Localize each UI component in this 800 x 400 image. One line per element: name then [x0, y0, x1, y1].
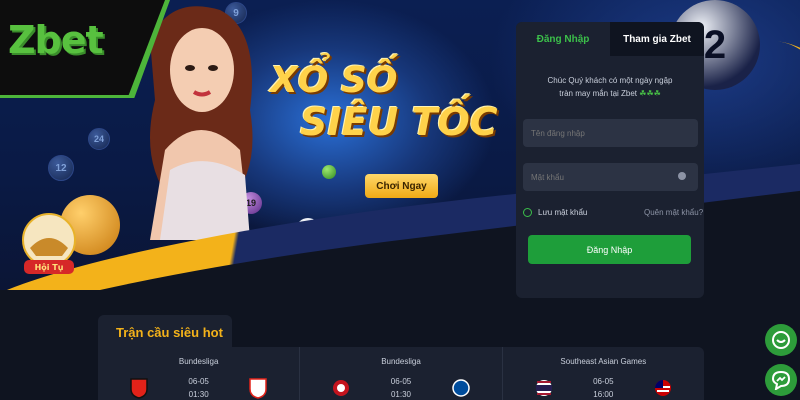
- welcome-message: Chúc Quý khách có một ngày ngập tràn may…: [516, 74, 704, 100]
- tab-join[interactable]: Tham gia Zbet: [610, 22, 704, 56]
- lottery-ball: 24: [88, 128, 110, 150]
- lottery-ball: [322, 165, 336, 179]
- lottery-ball: 12: [48, 155, 74, 181]
- malaysia-flag-icon: [654, 380, 671, 396]
- match-league: Bundesliga: [381, 357, 421, 366]
- password-input[interactable]: [523, 163, 698, 191]
- match-time: 16:00: [593, 390, 614, 399]
- show-password-icon[interactable]: [678, 172, 686, 180]
- match-time: 01:30: [390, 390, 411, 399]
- welcome-line-2: tràn may mắn tại Zbet: [559, 89, 638, 98]
- schalke-crest-icon: [451, 379, 470, 397]
- hot-matches-list: Bundesliga 06-05 01:30 Bundesliga 06-05 …: [98, 347, 704, 400]
- hero-headline: XỔ SỐ SIÊU TỐC: [270, 60, 500, 145]
- brand-logo[interactable]: Zbet: [8, 18, 104, 62]
- match-card[interactable]: Bundesliga 06-05 01:30: [98, 347, 301, 400]
- remember-radio[interactable]: [523, 208, 532, 217]
- match-card[interactable]: Southeast Asian Games 06-05 16:00: [503, 347, 704, 400]
- match-league: Bundesliga: [178, 357, 219, 366]
- match-league: Southeast Asian Games: [560, 357, 647, 366]
- match-card[interactable]: Bundesliga 06-05 01:30: [300, 347, 503, 400]
- clover-icon: ☘☘☘: [639, 89, 661, 98]
- tab-login[interactable]: Đăng Nhập: [516, 22, 610, 56]
- chat-button[interactable]: [765, 324, 797, 356]
- koln-crest-icon: [249, 378, 268, 399]
- promo-badge-icon[interactable]: Hội Tụ: [18, 210, 80, 286]
- messenger-button[interactable]: [765, 364, 797, 396]
- hot-matches-title: Trận cầu siêu hot: [116, 325, 223, 340]
- forgot-password-link[interactable]: Quên mật khẩu?: [644, 208, 703, 217]
- login-tabs: Đăng Nhập Tham gia Zbet: [516, 22, 704, 56]
- match-date: 06-05: [593, 377, 614, 386]
- welcome-line-1: Chúc Quý khách có một ngày ngập: [547, 76, 673, 85]
- login-submit-button[interactable]: Đăng Nhập: [528, 235, 691, 264]
- headline-line-2: SIÊU TỐC: [300, 100, 498, 145]
- match-time: 01:30: [188, 390, 209, 399]
- chat-icon: [772, 331, 790, 349]
- remember-label: Lưu mật khẩu: [538, 208, 588, 217]
- promo-badge-text: Hội Tụ: [35, 263, 64, 272]
- match-date: 06-05: [390, 377, 412, 386]
- messenger-icon: [771, 370, 791, 390]
- remember-password[interactable]: Lưu mật khẩu: [523, 208, 587, 217]
- login-panel: Đăng Nhập Tham gia Zbet Chúc Quý khách c…: [516, 22, 704, 298]
- match-date: 06-05: [188, 377, 209, 386]
- username-input[interactable]: [523, 119, 698, 147]
- play-now-button[interactable]: Chơi Ngay: [365, 174, 438, 198]
- headline-line-1: XỔ SỐ: [270, 60, 398, 101]
